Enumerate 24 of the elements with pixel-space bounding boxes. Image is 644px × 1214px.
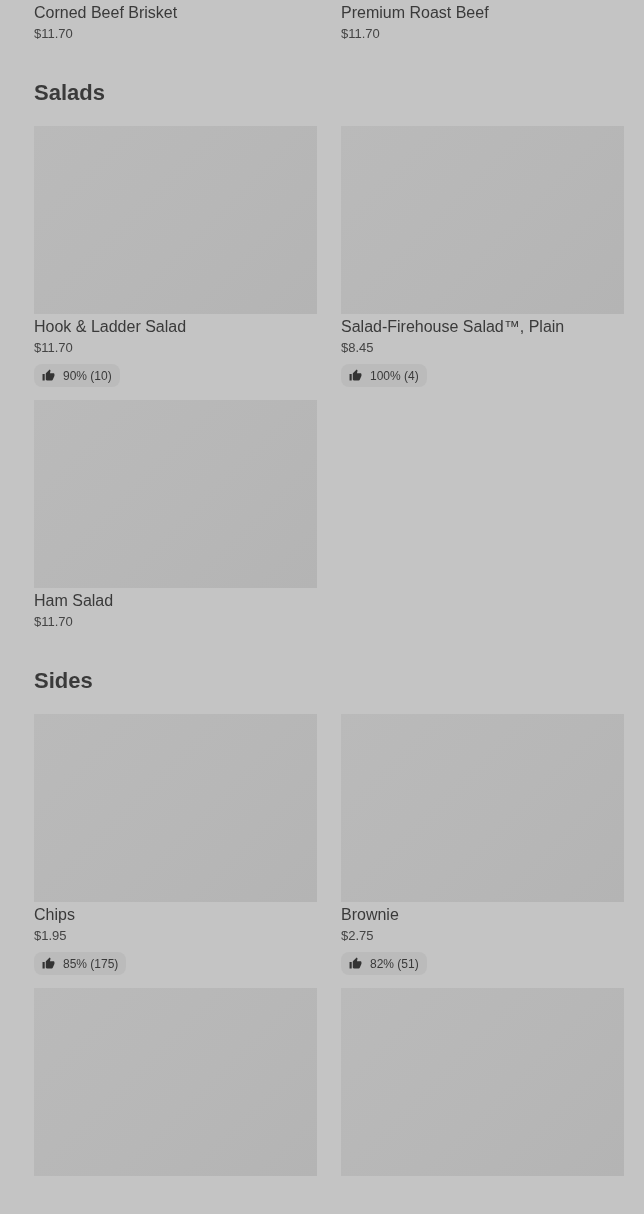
section-heading: Sides xyxy=(34,667,94,695)
thumbs-up-icon xyxy=(42,369,55,382)
rating-text: 85% (175) xyxy=(63,956,119,971)
item-name[interactable]: Corned Beef Brisket xyxy=(34,2,178,24)
section-heading: Salads xyxy=(34,79,106,107)
item-name[interactable]: Chips xyxy=(34,904,75,926)
item-name[interactable]: Premium Roast Beef xyxy=(341,2,489,24)
item-price: $11.70 xyxy=(34,339,73,357)
item-name[interactable]: Brownie xyxy=(341,904,399,926)
thumbs-up-icon xyxy=(349,957,362,970)
item-price: $8.45 xyxy=(341,339,374,357)
item-price: $11.70 xyxy=(34,613,73,631)
item-price: $1.95 xyxy=(34,927,67,945)
rating-text: 90% (10) xyxy=(63,368,112,383)
item-name[interactable]: Salad-Firehouse Salad™, Plain xyxy=(341,316,565,338)
item-price: $2.75 xyxy=(341,927,374,945)
rating-text: 100% (4) xyxy=(370,368,419,383)
rating-text: 82% (51) xyxy=(370,956,419,971)
thumbs-up-icon xyxy=(42,957,55,970)
item-price: $11.70 xyxy=(341,25,380,43)
thumbs-up-icon xyxy=(349,369,362,382)
item-price: $11.70 xyxy=(34,25,73,43)
item-name[interactable]: Ham Salad xyxy=(34,590,114,612)
item-name[interactable]: Hook & Ladder Salad xyxy=(34,316,187,338)
